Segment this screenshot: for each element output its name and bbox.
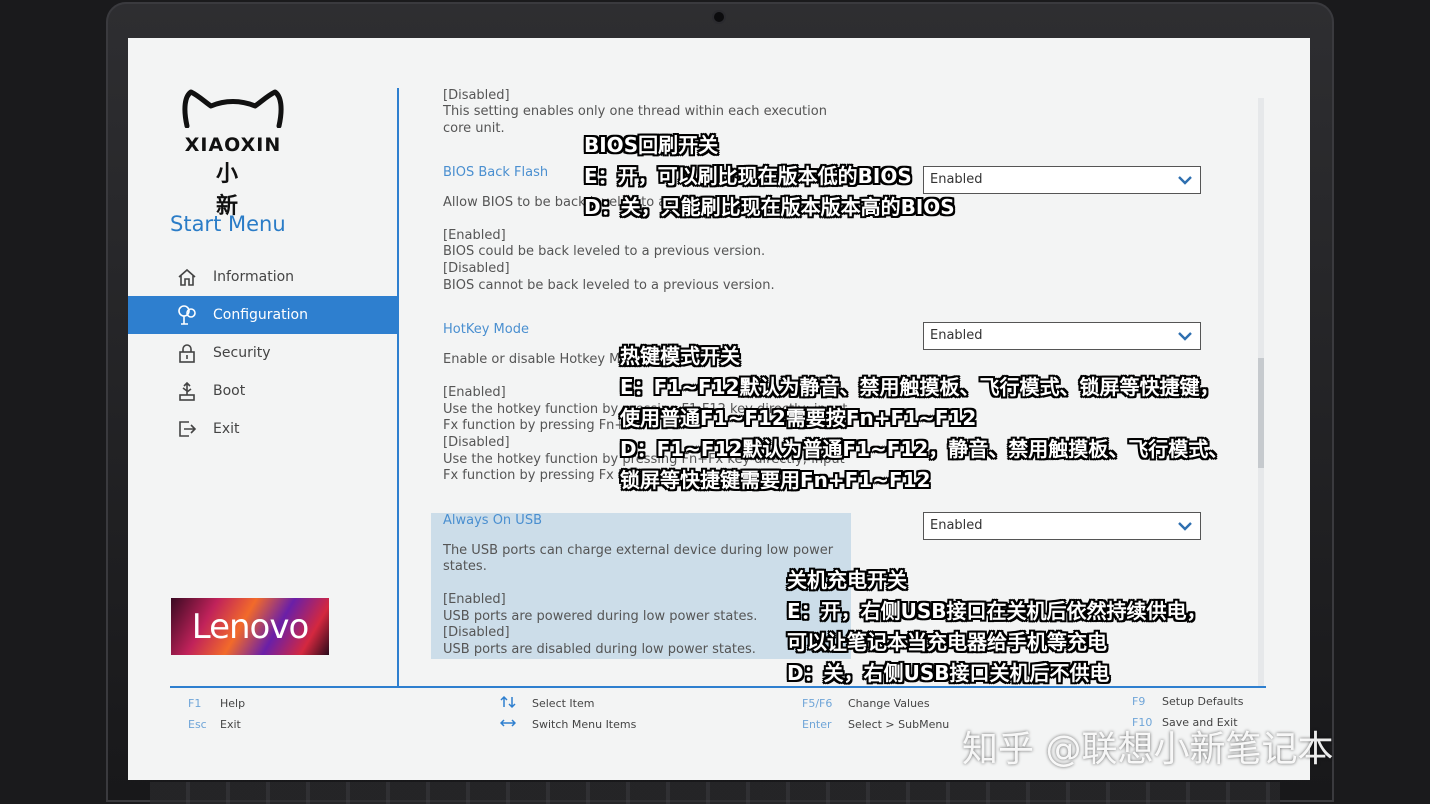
caption-line: E：F1~F12默认为静音、禁用触摸板、飞行模式、锁屏等快捷键， (620, 375, 1220, 399)
f5f6-label: Change Values (848, 697, 930, 710)
sidebar-item-label: Configuration (213, 307, 308, 323)
sidebar-item-configuration[interactable]: Configuration (128, 296, 397, 334)
disabled-tag: [Disabled] (443, 261, 510, 276)
webcam (714, 12, 724, 22)
enabled-desc: BIOS could be back leveled to a previous… (443, 244, 766, 259)
switch-menu-label: Switch Menu Items (532, 718, 637, 731)
disabled-desc: BIOS cannot be back leveled to a previou… (443, 278, 775, 293)
sidebar-item-information[interactable]: Information (128, 258, 397, 296)
setting-desc: The USB ports can charge external device… (443, 543, 834, 558)
usb-icon (176, 380, 198, 402)
exit-icon (176, 418, 198, 440)
esc-label: Exit (220, 718, 241, 731)
setting-desc: Enable or disable Hotkey Mode. (443, 352, 649, 367)
disabled-tag: [Disabled] (443, 625, 510, 640)
caption-line: 可以让笔记本当充电器给手机等充电 (787, 630, 1107, 654)
enabled-tag: [Enabled] (443, 385, 506, 400)
caption-line: D：关，右侧USB接口关机后不供电 (787, 661, 1110, 685)
keyboard-edge (150, 782, 1280, 804)
setting-desc: states. (443, 559, 487, 574)
vertical-divider (397, 88, 399, 688)
logo-chinese: 小新 (215, 162, 264, 219)
caption-line: 使用普通F1~F12需要按Fn+F1~F12 (620, 406, 977, 430)
enabled-tag: [Enabled] (443, 228, 506, 243)
disabled-desc: Fx function by pressing Fx key. (443, 468, 644, 483)
disabled-tag: [Disabled] (443, 435, 510, 450)
always-on-usb-select[interactable]: Enabled (923, 512, 1201, 540)
chevron-down-icon (1178, 522, 1192, 531)
lenovo-logo: Lenovo (171, 598, 329, 655)
always-on-usb-title[interactable]: Always On USB (443, 513, 542, 529)
sidebar-item-security[interactable]: Security (128, 334, 397, 372)
f5f6-key: F5/F6 (802, 697, 833, 710)
lenovo-wordmark: Lenovo (191, 606, 310, 647)
enabled-tag: [Enabled] (443, 592, 506, 607)
sidebar-menu: Information Configuration Security Boot … (128, 258, 397, 448)
logo-wordmark: XIAOXIN (184, 134, 282, 156)
caption-line: E：开，可以刷比现在版本低的BIOS (584, 164, 912, 188)
caption-line: BIOS回刷开关 (584, 133, 719, 157)
caption-line: D：关，只能刷比现在版本版本高的BIOS (584, 195, 955, 219)
xiaoxin-logo: XIAOXIN 小新 (180, 88, 286, 220)
footer-help-group: F1 Help Esc Exit (188, 693, 245, 735)
caption-line: E：开，右侧USB接口在关机后依然持续供电， (787, 599, 1207, 623)
enter-key: Enter (802, 718, 832, 731)
caption-line: 关机充电开关 (787, 568, 907, 592)
prev-disabled-tag: [Disabled] (443, 88, 510, 103)
caption-always-on-usb: 关机充电开关 E：开，右侧USB接口在关机后依然持续供电， 可以让笔记本当充电器… (787, 565, 1207, 689)
sidebar-item-label: Security (213, 345, 271, 361)
prev-desc: This setting enables only one thread wit… (443, 104, 827, 119)
lock-icon (176, 342, 198, 364)
enter-label: Select > SubMenu (848, 718, 950, 731)
sidebar-item-boot[interactable]: Boot (128, 372, 397, 410)
sidebar-item-label: Information (213, 269, 295, 285)
chevron-down-icon (1178, 176, 1192, 185)
up-down-arrows-icon (500, 695, 532, 712)
footer-values-group: F5/F6 Change Values Enter Select > SubMenu (802, 693, 949, 735)
f1-key: F1 (188, 697, 202, 710)
enabled-desc: USB ports are powered during low power s… (443, 609, 758, 624)
caption-line: D：F1~F12默认为普通F1~F12，静音、禁用触摸板、飞行模式、 (620, 437, 1229, 461)
enabled-desc: Fx function by pressing Fn+Fx. (443, 418, 645, 433)
f1-label: Help (220, 697, 246, 710)
sidebar-item-label: Exit (213, 421, 240, 437)
select-item-label: Select Item (532, 697, 595, 710)
start-menu-title: Start Menu (170, 212, 286, 236)
f9-key: F9 (1132, 695, 1146, 708)
hotkey-mode-title[interactable]: HotKey Mode (443, 322, 529, 338)
sidebar-item-label: Boot (213, 383, 246, 399)
caption-bios-back-flash: BIOS回刷开关 E：开，可以刷比现在版本低的BIOS D：关，只能刷比现在版本… (584, 130, 955, 223)
sidebar-item-exit[interactable]: Exit (128, 410, 397, 448)
cat-ears-icon (182, 89, 284, 129)
caption-hotkey-mode: 热键模式开关 E：F1~F12默认为静音、禁用触摸板、飞行模式、锁屏等快捷键， … (620, 341, 1228, 496)
configuration-icon (176, 304, 198, 326)
scrollbar-thumb[interactable] (1258, 358, 1264, 468)
left-right-arrows-icon (499, 717, 532, 732)
bios-back-flash-title[interactable]: BIOS Back Flash (443, 165, 548, 181)
prev-desc: core unit. (443, 121, 505, 136)
home-icon (176, 266, 198, 288)
caption-line: 热键模式开关 (620, 344, 740, 368)
scrollbar[interactable] (1258, 98, 1264, 688)
footer-nav-group: Select Item Switch Menu Items (499, 693, 637, 735)
select-value: Enabled (930, 518, 983, 533)
f9-label: Setup Defaults (1162, 695, 1244, 708)
bios-back-flash-select[interactable]: Enabled (923, 166, 1201, 194)
esc-key: Esc (188, 718, 207, 731)
disabled-desc: USB ports are disabled during low power … (443, 642, 756, 657)
caption-line: 锁屏等快捷键需要用Fn+F1~F12 (620, 468, 931, 492)
zhihu-watermark: 知乎 @联想小新笔记本 (962, 729, 1334, 770)
